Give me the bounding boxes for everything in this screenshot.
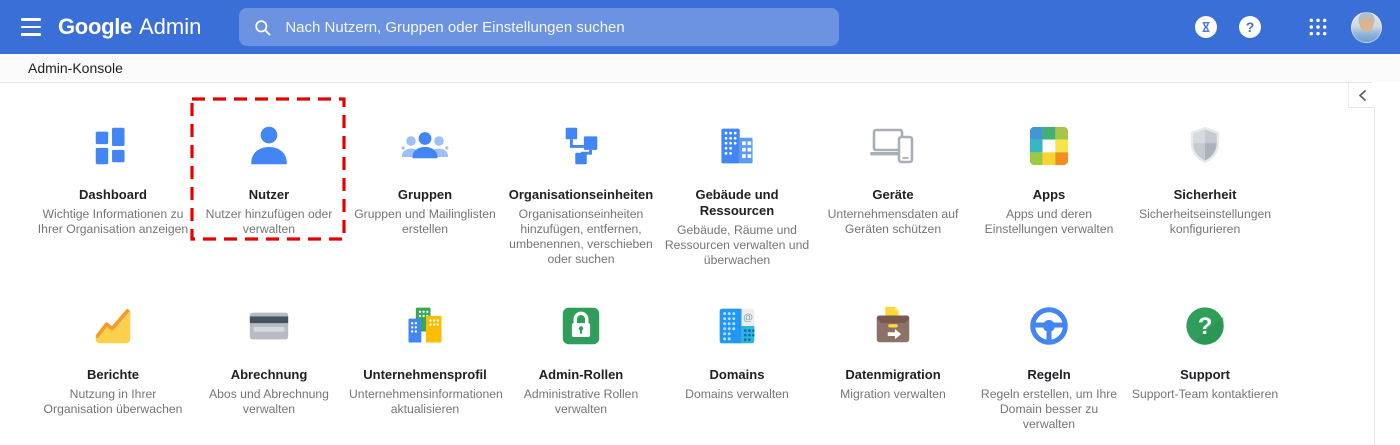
migration-box-icon bbox=[815, 298, 971, 354]
tile-adminroles[interactable]: Admin-Rollen Administrative Rollen verwal… bbox=[503, 298, 659, 417]
breadcrumb-bar: Admin-Konsole bbox=[0, 54, 1400, 82]
tile-description: Support-Team kontaktieren bbox=[1131, 387, 1279, 401]
search-icon bbox=[255, 19, 271, 35]
tile-description: Organisationseinheiten hinzufügen, entfe… bbox=[509, 207, 653, 266]
search-input[interactable] bbox=[285, 18, 826, 36]
tile-domains[interactable]: @ Domains Domains verwalten bbox=[659, 298, 815, 402]
app-header: Google Admin ? bbox=[0, 0, 1400, 54]
tile-dashboard[interactable]: Dashboard Wichtige Informationen zu Ihrer… bbox=[35, 118, 191, 237]
logo-product: Admin bbox=[138, 14, 202, 39]
breadcrumb: Admin-Konsole bbox=[28, 60, 123, 76]
collapse-panel-button[interactable] bbox=[1348, 83, 1375, 108]
tile-description: Abos und Abrechnung verwalten bbox=[209, 387, 329, 416]
header-actions: ? bbox=[1193, 11, 1382, 43]
tile-title: Dashboard bbox=[79, 187, 147, 202]
tile-description: Wichtige Informationen zu Ihrer Organisa… bbox=[37, 207, 189, 236]
tile-devices[interactable]: Geräte Unternehmensdaten auf Geräten schü… bbox=[815, 118, 971, 237]
devices-icon bbox=[815, 118, 971, 174]
tile-title: Datenmigration bbox=[845, 367, 941, 382]
main-content: Dashboard Wichtige Informationen zu Ihrer… bbox=[0, 82, 1400, 445]
tile-title: Support bbox=[1180, 367, 1230, 382]
pending-tasks-icon[interactable] bbox=[1193, 14, 1219, 40]
apps-mosaic-icon bbox=[971, 118, 1127, 174]
user-avatar[interactable] bbox=[1351, 11, 1382, 43]
tile-apps[interactable]: Apps Apps und deren Einstellungen verwalt… bbox=[971, 118, 1127, 237]
tile-support[interactable]: ? Support Support-Team kontaktieren bbox=[1127, 298, 1283, 402]
tile-title: Geräte bbox=[872, 187, 914, 202]
tile-security[interactable]: Sicherheit Sicherheitseinstellungen konfi… bbox=[1127, 118, 1283, 237]
tile-title: Abrechnung bbox=[230, 367, 308, 382]
groups-icon bbox=[347, 118, 503, 174]
svg-text:@: @ bbox=[743, 313, 753, 324]
tile-title: Sicherheit bbox=[1173, 187, 1237, 202]
tile-title: Unternehmensprofil bbox=[363, 367, 487, 382]
tile-description: Nutzer hinzufügen oder verwalten bbox=[205, 207, 333, 236]
tile-title: Gebäude und Ressourcen bbox=[695, 187, 779, 218]
tile-description: Migration verwalten bbox=[840, 387, 946, 401]
user-icon bbox=[191, 118, 347, 174]
tile-title: Organisationseinheiten bbox=[508, 187, 654, 202]
tile-companyprofile[interactable]: Unternehmensprofil Unternehmensinformatio… bbox=[347, 298, 503, 417]
tile-users[interactable]: Nutzer Nutzer hinzufügen oder verwalten bbox=[191, 118, 347, 237]
chevron-left-icon bbox=[1358, 89, 1366, 101]
dashboard-icon bbox=[35, 118, 191, 174]
tile-groups[interactable]: Gruppen Gruppen und Mailinglisten erstell… bbox=[347, 118, 503, 237]
tile-datamigration[interactable]: Datenmigration Migration verwalten bbox=[815, 298, 971, 402]
tile-description: Gruppen und Mailinglisten erstellen bbox=[354, 207, 496, 236]
company-icon bbox=[347, 298, 503, 354]
tile-title: Gruppen bbox=[397, 187, 453, 202]
search-bar[interactable] bbox=[239, 8, 840, 46]
tile-description: Unternehmensinformationen aktualisieren bbox=[349, 387, 503, 416]
tile-description: Apps und deren Einstellungen verwalten bbox=[984, 207, 1114, 236]
tile-description: Domains verwalten bbox=[685, 387, 789, 401]
tile-reports[interactable]: Berichte Nutzung in Ihrer Organisation üb… bbox=[35, 298, 191, 417]
domain-icon: @ bbox=[659, 298, 815, 354]
tile-billing[interactable]: Abrechnung Abos und Abrechnung verwalten bbox=[191, 298, 347, 417]
steering-wheel-icon bbox=[971, 298, 1127, 354]
tile-buildings[interactable]: Gebäude und Ressourcen Gebäude, Räume und… bbox=[659, 118, 815, 268]
tile-title: Apps bbox=[1032, 187, 1066, 202]
tile-description: Regeln erstellen, um Ihre Domain besser … bbox=[980, 387, 1118, 431]
help-icon[interactable]: ? bbox=[1237, 14, 1263, 40]
tile-title: Berichte bbox=[86, 367, 140, 382]
chart-icon bbox=[35, 298, 191, 354]
tile-description: Sicherheitseinstellungen konfigurieren bbox=[1138, 207, 1272, 236]
panel-divider bbox=[1374, 108, 1375, 445]
lock-icon bbox=[503, 298, 659, 354]
tile-title: Regeln bbox=[1027, 367, 1071, 382]
tile-description: Administrative Rollen verwalten bbox=[523, 387, 639, 416]
credit-card-icon bbox=[191, 298, 347, 354]
question-circle-icon: ? bbox=[1127, 298, 1283, 354]
tile-title: Domains bbox=[709, 367, 765, 382]
tile-rules[interactable]: Regeln Regeln erstellen, um Ihre Domain b… bbox=[971, 298, 1127, 432]
tile-title: Nutzer bbox=[248, 187, 290, 202]
tiles-grid: Dashboard Wichtige Informationen zu Ihrer… bbox=[0, 82, 1296, 445]
logo-google: Google bbox=[58, 14, 132, 39]
app-logo: Google Admin bbox=[58, 14, 201, 40]
org-tree-icon bbox=[503, 118, 659, 174]
tile-description: Unternehmensdaten auf Geräten schützen bbox=[827, 207, 959, 236]
tile-description: Gebäude, Räume und Ressourcen verwalten … bbox=[664, 223, 810, 267]
shield-icon bbox=[1127, 118, 1283, 174]
tile-title: Admin-Rollen bbox=[538, 367, 624, 382]
apps-grid-icon[interactable] bbox=[1305, 14, 1331, 40]
svg-text:?: ? bbox=[1198, 313, 1213, 340]
tile-orgunits[interactable]: Organisationseinheiten Organisationseinhe… bbox=[503, 118, 659, 267]
building-icon bbox=[659, 118, 815, 174]
tile-description: Nutzung in Ihrer Organisation überwachen bbox=[43, 387, 183, 416]
divider bbox=[0, 82, 1372, 83]
hamburger-menu-icon[interactable] bbox=[14, 10, 48, 44]
